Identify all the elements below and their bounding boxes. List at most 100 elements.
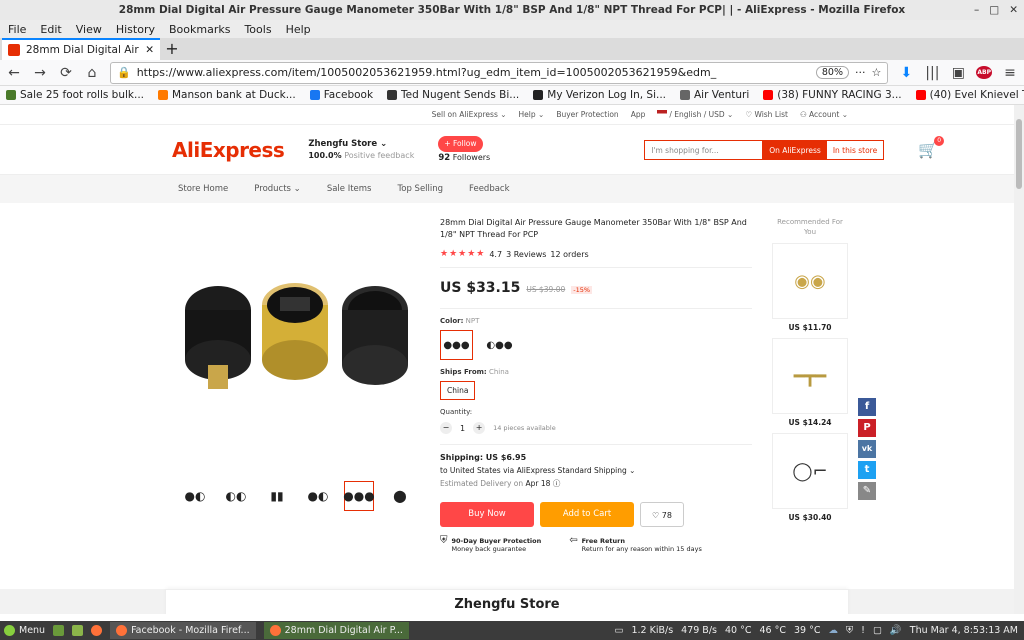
bookmark-item[interactable]: Ted Nugent Sends Bi... <box>387 89 519 101</box>
aliexpress-logo[interactable]: AliExpress <box>172 138 285 162</box>
language-currency-link[interactable]: / English / USD ⌄ <box>657 110 733 119</box>
scrollbar-thumb[interactable] <box>1016 119 1022 189</box>
thumbnail[interactable]: ▮▮ <box>262 481 292 511</box>
thumbnail[interactable]: ●◐ <box>180 481 210 511</box>
restore-button[interactable]: □ <box>989 0 999 20</box>
close-window-button[interactable]: ✕ <box>1009 0 1018 20</box>
weather-icon[interactable]: ☁ <box>828 625 838 636</box>
bookmark-item[interactable]: (38) FUNNY RACING 3... <box>763 89 902 101</box>
show-desktop-icon[interactable] <box>53 625 65 636</box>
sell-link[interactable]: Sell on AliExpress ⌄ <box>432 110 507 119</box>
recommended-item[interactable]: ◉◉ US $11.70 <box>772 243 848 332</box>
menu-edit[interactable]: Edit <box>40 23 61 36</box>
sale-items-link[interactable]: Sale Items <box>327 184 372 194</box>
recommended-image[interactable]: ━┳━ <box>772 338 848 414</box>
bookmark-item[interactable]: My Verizon Log In, Si... <box>533 89 666 101</box>
product-image[interactable] <box>170 205 420 505</box>
recommended-image[interactable]: ◉◉ <box>772 243 848 319</box>
clock[interactable]: Thu Mar 4, 8:53:13 AM <box>910 625 1024 636</box>
bookmark-item[interactable]: Facebook <box>309 89 373 101</box>
thumbnail[interactable]: ◐◐ <box>221 481 251 511</box>
wishlist-button[interactable]: ♡ 78 <box>640 502 684 527</box>
new-tab-button[interactable]: + <box>160 38 184 60</box>
quantity-decrease-button[interactable]: − <box>440 422 452 434</box>
reviews-link[interactable]: 3 Reviews <box>506 250 546 259</box>
quantity-value[interactable]: 1 <box>460 424 465 433</box>
bookmark-item[interactable]: Sale 25 foot rolls bulk... <box>6 89 144 101</box>
products-link[interactable]: Products ⌄ <box>254 184 301 194</box>
quantity-increase-button[interactable]: + <box>473 422 486 434</box>
color-option-npt[interactable]: ●●● <box>440 330 473 360</box>
shipping-method[interactable]: to United States via AliExpress Standard… <box>440 466 635 475</box>
search-aliexpress-button[interactable]: On AliExpress <box>763 140 827 159</box>
bookmark-item[interactable]: (40) Evel Knievel The ... <box>915 89 1024 101</box>
vk-share-icon[interactable]: vk <box>858 440 876 458</box>
zoom-indicator[interactable]: 80% <box>815 66 849 79</box>
facebook-share-icon[interactable]: f <box>858 398 876 416</box>
forward-button[interactable]: → <box>32 65 48 81</box>
feedback-link[interactable]: Feedback <box>469 184 509 194</box>
url-text[interactable]: https://www.aliexpress.com/item/10050020… <box>137 66 810 79</box>
page-actions-button[interactable]: ··· <box>855 66 866 79</box>
back-button[interactable]: ← <box>6 65 22 81</box>
app-link[interactable]: App <box>631 110 646 119</box>
info-icon[interactable]: ⓘ <box>553 479 561 488</box>
store-home-link[interactable]: Store Home <box>178 184 228 194</box>
menu-view[interactable]: View <box>76 23 102 36</box>
library-icon[interactable]: ||| <box>924 65 940 81</box>
help-link[interactable]: Help ⌄ <box>519 110 545 119</box>
ships-from-china-option[interactable]: China <box>440 381 476 400</box>
app-menu-icon[interactable]: ≡ <box>1002 65 1018 81</box>
reload-button[interactable]: ⟳ <box>58 65 74 81</box>
pinterest-share-icon[interactable]: P <box>858 419 876 437</box>
buyer-protection-link[interactable]: Buyer Protection <box>556 110 618 119</box>
wish-list-link[interactable]: ♡ Wish List <box>745 110 788 119</box>
store-name[interactable]: Zhengfu Store ⌄ <box>308 139 387 149</box>
menu-file[interactable]: File <box>8 23 26 36</box>
search-input[interactable]: I'm shopping for... <box>645 140 764 159</box>
page-scrollbar[interactable] <box>1014 105 1024 614</box>
recommended-image[interactable]: ◯⌐ <box>772 433 848 509</box>
add-to-cart-button[interactable]: Add to Cart <box>540 502 634 527</box>
volume-icon[interactable]: 🔊 <box>890 625 902 636</box>
bookmark-item[interactable]: Air Venturi <box>680 89 749 101</box>
buy-now-button[interactable]: Buy Now <box>440 502 534 527</box>
firefox-launcher-icon[interactable] <box>91 625 103 636</box>
sidebar-icon[interactable]: ▣ <box>950 65 966 81</box>
menu-help[interactable]: Help <box>286 23 311 36</box>
twitter-share-icon[interactable]: t <box>858 461 876 479</box>
menu-tools[interactable]: Tools <box>244 23 271 36</box>
bookmark-star-icon[interactable]: ☆ <box>872 66 882 79</box>
bookmark-item[interactable]: Manson bank at Duck... <box>158 89 296 101</box>
files-icon[interactable] <box>72 625 84 636</box>
account-link[interactable]: ⚇ Account ⌄ <box>800 110 848 119</box>
tab-aliexpress[interactable]: 28mm Dial Digital Air Press ✕ <box>2 38 160 60</box>
thumbnail-selected[interactable]: ●●● <box>343 481 375 511</box>
taskbar-window-facebook[interactable]: Facebook - Mozilla Firef... <box>110 622 256 639</box>
rating-value[interactable]: 4.7 <box>489 250 502 259</box>
edit-icon[interactable]: ✎ <box>858 482 876 500</box>
network-icon[interactable]: ▭ <box>615 625 624 636</box>
home-button[interactable]: ⌂ <box>84 65 100 81</box>
menu-bookmarks[interactable]: Bookmarks <box>169 23 230 36</box>
cart-icon[interactable]: 🛒 0 <box>918 136 945 159</box>
color-option-bsp[interactable]: ◐●● <box>483 330 516 360</box>
tray-icon[interactable]: ▢ <box>873 625 882 636</box>
follow-button[interactable]: + Follow <box>438 135 483 152</box>
downloads-icon[interactable]: ⬇ <box>898 65 914 81</box>
adblock-icon[interactable]: ABP <box>976 66 992 79</box>
tab-close-icon[interactable]: ✕ <box>145 44 154 56</box>
start-menu-button[interactable]: Menu <box>4 625 45 636</box>
thumbnail[interactable]: ●◐ <box>303 481 333 511</box>
update-tray-icon[interactable]: ! <box>861 625 865 636</box>
taskbar-window-aliexpress[interactable]: 28mm Dial Digital Air P... <box>263 622 409 639</box>
minimize-button[interactable]: – <box>974 0 979 20</box>
top-selling-link[interactable]: Top Selling <box>398 184 444 194</box>
url-bar[interactable]: 🔒 https://www.aliexpress.com/item/100500… <box>110 61 889 84</box>
search-store-button[interactable]: In this store <box>827 141 883 159</box>
thumbnail[interactable]: ⬤ <box>385 481 415 511</box>
menu-history[interactable]: History <box>116 23 155 36</box>
shield-tray-icon[interactable]: ⛨ <box>846 625 853 636</box>
recommended-item[interactable]: ━┳━ US $14.24 <box>772 338 848 427</box>
recommended-item[interactable]: ◯⌐ US $30.40 <box>772 433 848 522</box>
